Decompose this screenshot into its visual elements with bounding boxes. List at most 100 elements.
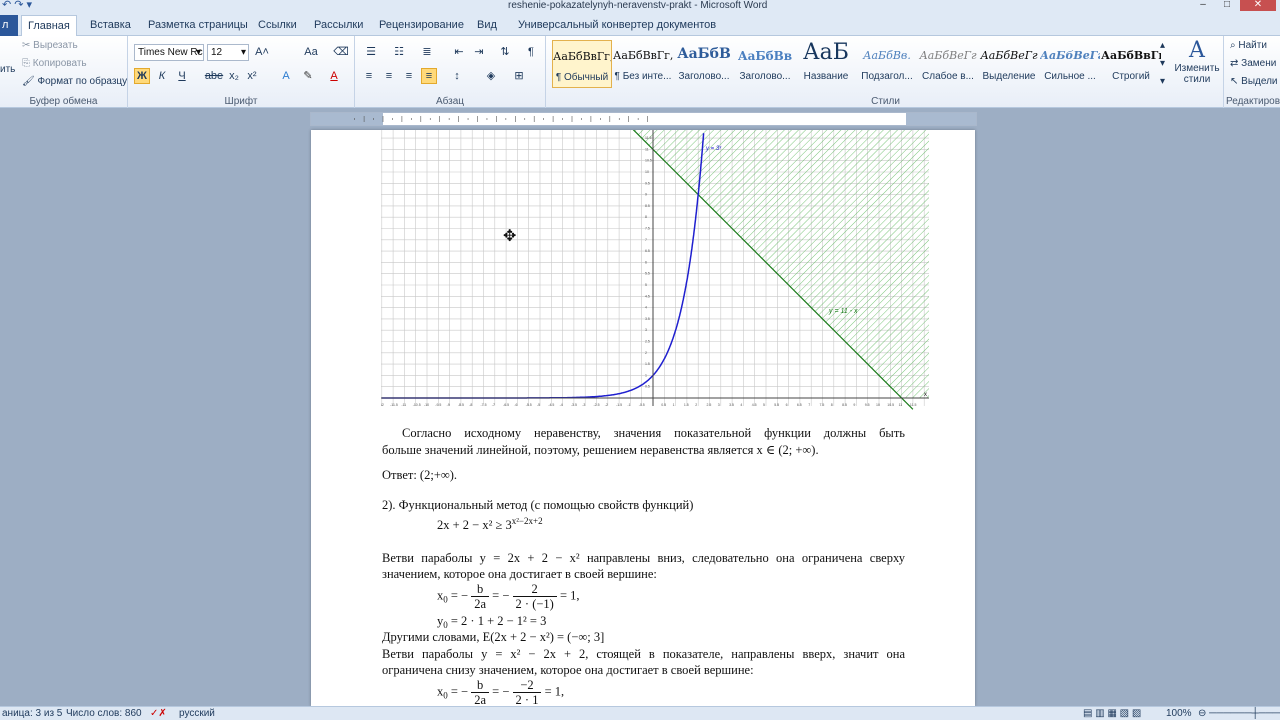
multilevel-list-icon[interactable]: ≣ [417, 44, 437, 60]
numbering-icon[interactable]: ☷ [389, 44, 409, 60]
y-tick-label: 8 [645, 215, 647, 219]
linear-line-label: y = 11 - x [828, 308, 858, 315]
tab-mailings[interactable]: Рассылки [308, 15, 369, 36]
line-spacing-icon[interactable]: ↕ [447, 68, 467, 84]
align-left-icon[interactable]: ≡ [361, 68, 377, 84]
maximize-icon[interactable]: □ [1216, 0, 1238, 11]
style-no-spacing[interactable]: АаБбВвГг, ¶ Без инте... [613, 40, 673, 88]
minimize-icon[interactable]: – [1192, 0, 1214, 11]
x-tick-label: 11 [899, 403, 903, 407]
change-case-button[interactable]: Aa [300, 44, 322, 60]
font-size-select[interactable]: 12 ▾ [207, 44, 249, 61]
subscript-button[interactable]: x₂ [226, 68, 242, 84]
bullets-icon[interactable]: ☰ [361, 44, 381, 60]
style-normal[interactable]: АаБбВвГг, ¶ Обычный [552, 40, 612, 88]
text-effects-icon[interactable]: A [278, 68, 294, 84]
highlight-icon[interactable]: ✎ [300, 68, 316, 84]
status-bar: аница: 3 из 5 Число слов: 860 ✓✗ русский… [0, 706, 1280, 720]
spellcheck-icon[interactable]: ✓✗ [150, 708, 167, 719]
align-center-icon[interactable]: ≡ [381, 68, 397, 84]
change-styles-button[interactable]: A Изменить стили [1172, 38, 1222, 85]
find-button[interactable]: ⌕ Найти [1230, 40, 1267, 51]
strikethrough-button[interactable]: abe [204, 68, 224, 84]
paragraph-2-line-2: значением, которое она достигает в своей… [382, 567, 657, 581]
decrease-indent-icon[interactable]: ⇤ [451, 44, 467, 60]
document-page[interactable]: -12-11.5-11-10.5-10-9.5-9-8.5-8-7.5-7-6.… [311, 130, 975, 706]
copy-button[interactable]: ⎘ Копировать [22, 58, 87, 69]
styles-group-label: Стили [871, 96, 900, 107]
styles-scroll-up-icon[interactable]: ▴ [1160, 40, 1165, 51]
font-color-button[interactable]: A [326, 68, 342, 84]
window-title: reshenie-pokazatelynyh-neravenstv-prakt … [508, 0, 768, 11]
style-intense-emphasis[interactable]: АаБбВеГг Сильное ... [1040, 40, 1100, 88]
styles-scroll-down-icon[interactable]: ▾ [1160, 58, 1165, 69]
zoom-level[interactable]: 100% [1166, 708, 1192, 719]
cut-button[interactable]: ✂ Вырезать [22, 40, 78, 51]
tab-file[interactable]: л [0, 15, 18, 36]
quick-access-toolbar[interactable]: ↶ ↷ ▾ [2, 0, 32, 11]
italic-button[interactable]: К [154, 68, 170, 84]
align-right-icon[interactable]: ≡ [401, 68, 417, 84]
x-tick-label: -5 [537, 403, 540, 407]
cursor-icon: ↖ [1230, 76, 1239, 87]
tab-page-layout[interactable]: Разметка страницы [142, 15, 254, 36]
ribbon: ✂ Вырезать ⎘ Копировать 🖌 Формат по обра… [0, 36, 1280, 108]
tab-home[interactable]: Главная [21, 15, 77, 36]
y-tick-label: 5.5 [645, 272, 650, 276]
select-button[interactable]: ↖ Выдели [1230, 76, 1278, 87]
clear-format-icon[interactable]: ⌫ [333, 44, 349, 60]
grow-font-button[interactable]: A˄ [254, 44, 270, 60]
view-buttons[interactable]: ▤ ▥ ▦ ▧ ▨ [1083, 708, 1141, 719]
y-tick-label: 11 [645, 147, 649, 151]
format-painter-button[interactable]: 🖌 Формат по образцу [22, 76, 127, 87]
styles-more-icon[interactable]: ▾ [1160, 76, 1165, 87]
horizontal-ruler[interactable] [310, 112, 977, 126]
vertex-x-formula-2: x0 = − b 2a = − −2 2 · 1 = 1, [437, 678, 565, 706]
close-icon[interactable]: ✕ [1240, 0, 1276, 11]
x-tick-label: 4 [740, 403, 742, 407]
y-tick-label: 3.5 [645, 317, 650, 321]
paste-button[interactable]: ить [0, 64, 15, 75]
font-name-select[interactable]: Times New Rc ▾ [134, 44, 204, 61]
x-tick-label: 11.5 [910, 403, 917, 407]
change-styles-icon: A [1189, 38, 1205, 63]
sort-icon[interactable]: ⇅ [497, 44, 513, 60]
tab-view[interactable]: Вид [471, 15, 503, 36]
page-counter[interactable]: аница: 3 из 5 [2, 708, 62, 719]
style-emphasis[interactable]: АаБбВеГг Выделение [979, 40, 1039, 88]
tab-review[interactable]: Рецензирование [373, 15, 470, 36]
tab-references[interactable]: Ссылки [252, 15, 303, 36]
zoom-slider[interactable]: ⊖ ──────┼────── ⊕ [1198, 708, 1280, 719]
borders-icon[interactable]: ⊞ [509, 68, 529, 84]
style-subtle-emphasis[interactable]: АаБбВеГг Слабое в... [918, 40, 978, 88]
font-group-label: Шрифт [224, 96, 258, 107]
list-item-2: 2). Функциональный метод (с помощью свой… [382, 498, 694, 512]
justify-icon[interactable]: ≡ [421, 68, 437, 84]
shading-icon[interactable]: ◈ [481, 68, 501, 84]
window-controls: – □ ✕ [1192, 0, 1276, 11]
language-indicator[interactable]: русский [179, 708, 215, 719]
x-tick-label: 10.5 [887, 403, 894, 407]
x-tick-label: 7 [808, 403, 810, 407]
editing-group: ⌕ Найти ⇄ Замени ↖ Выдели Редактирова [1226, 36, 1280, 108]
style-heading-2[interactable]: АаБбВв Заголово... [735, 40, 795, 88]
show-marks-button[interactable]: ¶ [523, 44, 539, 60]
increase-indent-icon[interactable]: ⇥ [471, 44, 487, 60]
style-strong[interactable]: АаБбВвГг Строгий [1101, 40, 1161, 88]
y-tick-label: 2.5 [645, 340, 650, 344]
style-subtitle[interactable]: АаБбВв. Подзагол... [857, 40, 917, 88]
y-tick-label: 4.5 [645, 294, 650, 298]
underline-button[interactable]: Ч [174, 68, 190, 84]
title-bar: ↶ ↷ ▾ reshenie-pokazatelynyh-neravenstv-… [0, 0, 1280, 13]
tab-converter[interactable]: Универсальный конвертер документов [512, 15, 722, 36]
tab-insert[interactable]: Вставка [84, 15, 137, 36]
y-tick-label: 4 [645, 306, 647, 310]
style-heading-1[interactable]: АаБбВ Заголово... [674, 40, 734, 88]
x-tick-label: -6.5 [503, 403, 509, 407]
bold-button[interactable]: Ж [134, 68, 150, 84]
replace-button[interactable]: ⇄ Замени [1230, 58, 1276, 69]
y-tick-label: 10 [645, 170, 649, 174]
superscript-button[interactable]: x² [244, 68, 260, 84]
word-count[interactable]: Число слов: 860 [66, 708, 142, 719]
style-title[interactable]: АаБ Название [796, 40, 856, 88]
